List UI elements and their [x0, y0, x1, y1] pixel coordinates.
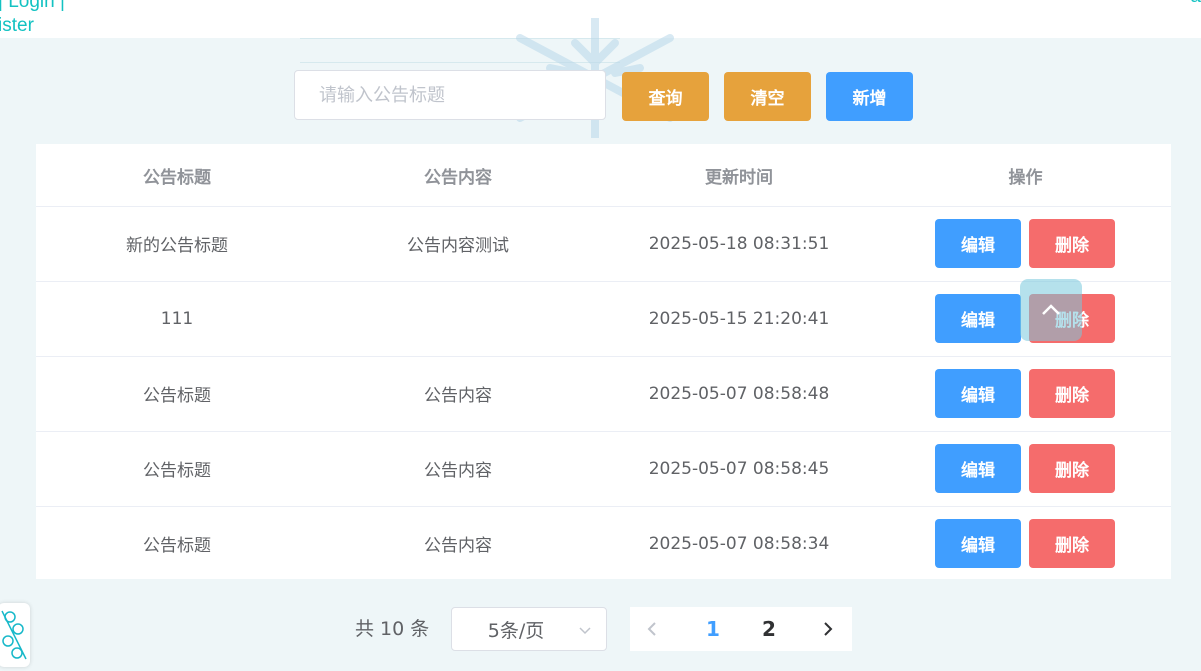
prev-page-button[interactable]	[632, 607, 672, 651]
cell-content: 公告内容	[424, 386, 492, 406]
delete-button[interactable]: 删除	[1029, 444, 1115, 493]
cell-title: 公告标题	[143, 461, 211, 481]
query-button[interactable]: 查询	[622, 72, 709, 121]
back-to-top-button[interactable]	[1020, 279, 1082, 341]
table-row: 公告标题 公告内容 2025-05-07 08:58:34 编辑 删除	[36, 506, 1171, 581]
chevron-up-icon	[1042, 304, 1060, 315]
cell-title: 公告标题	[143, 386, 211, 406]
cell-content: 公告内容	[424, 536, 492, 556]
edit-button[interactable]: 编辑	[935, 519, 1021, 568]
table-header: 公告标题 公告内容 更新时间 操作	[36, 144, 1171, 207]
table-row: 公告标题 公告内容 2025-05-07 08:58:45 编辑 删除	[36, 431, 1171, 507]
cell-content	[318, 281, 598, 356]
column-header-title: 公告标题	[143, 167, 211, 188]
column-header-time: 更新时间	[705, 167, 773, 188]
auth-links: | Login | ister	[0, 0, 65, 38]
page-size-select[interactable]: 5条/页	[451, 607, 607, 651]
cell-time: 2025-05-07 08:58:34	[648, 533, 830, 554]
clear-button[interactable]: 清空	[724, 72, 811, 121]
column-header-content: 公告内容	[424, 167, 492, 188]
cell-title: 111	[160, 308, 194, 329]
next-page-button[interactable]	[808, 607, 848, 651]
cell-time: 2025-05-07 08:58:45	[648, 458, 830, 479]
notice-table: 公告标题 公告内容 更新时间 操作 新的公告标题 公告内容测试 2025-05-…	[36, 144, 1171, 579]
table-row: 公告标题 公告内容 2025-05-07 08:58:48 编辑 删除	[36, 356, 1171, 432]
chevron-down-icon	[579, 627, 591, 635]
page-number-1[interactable]: 1	[693, 607, 733, 651]
edit-button[interactable]: 编辑	[935, 219, 1021, 268]
add-button[interactable]: 新增	[826, 72, 913, 121]
cell-time: 2025-05-07 08:58:48	[648, 383, 830, 404]
pagination: 1 2	[630, 607, 852, 651]
cell-content: 公告内容	[424, 461, 492, 481]
register-link[interactable]: ister	[0, 14, 65, 38]
chevron-right-icon	[824, 622, 833, 636]
chevron-left-icon	[647, 622, 656, 636]
table-row: 新的公告标题 公告内容测试 2025-05-18 08:31:51 编辑 删除	[36, 206, 1171, 282]
page-number-2[interactable]: 2	[749, 607, 789, 651]
pagination-total: 共 10 条	[355, 618, 430, 640]
page-size-value: 5条/页	[487, 619, 545, 642]
cell-title: 公告标题	[143, 536, 211, 556]
table-row: 111 2025-05-15 21:20:41 编辑 删除	[36, 281, 1171, 357]
edit-button[interactable]: 编辑	[935, 444, 1021, 493]
edit-button[interactable]: 编辑	[935, 369, 1021, 418]
delete-button[interactable]: 删除	[1029, 369, 1115, 418]
delete-button[interactable]: 删除	[1029, 519, 1115, 568]
cell-time: 2025-05-18 08:31:51	[648, 233, 830, 254]
top-right-text[interactable]: a	[1190, 0, 1201, 8]
edit-button[interactable]: 编辑	[935, 294, 1021, 343]
floating-widget[interactable]	[0, 603, 30, 667]
column-header-actions: 操作	[1008, 167, 1043, 188]
cell-title: 新的公告标题	[126, 236, 228, 256]
search-input[interactable]	[294, 70, 606, 120]
cell-content: 公告内容测试	[407, 236, 509, 256]
decorative-pattern-icon	[1, 610, 27, 660]
login-link[interactable]: | Login |	[0, 0, 65, 14]
delete-button[interactable]: 删除	[1029, 219, 1115, 268]
cell-time: 2025-05-15 21:20:41	[648, 308, 830, 329]
